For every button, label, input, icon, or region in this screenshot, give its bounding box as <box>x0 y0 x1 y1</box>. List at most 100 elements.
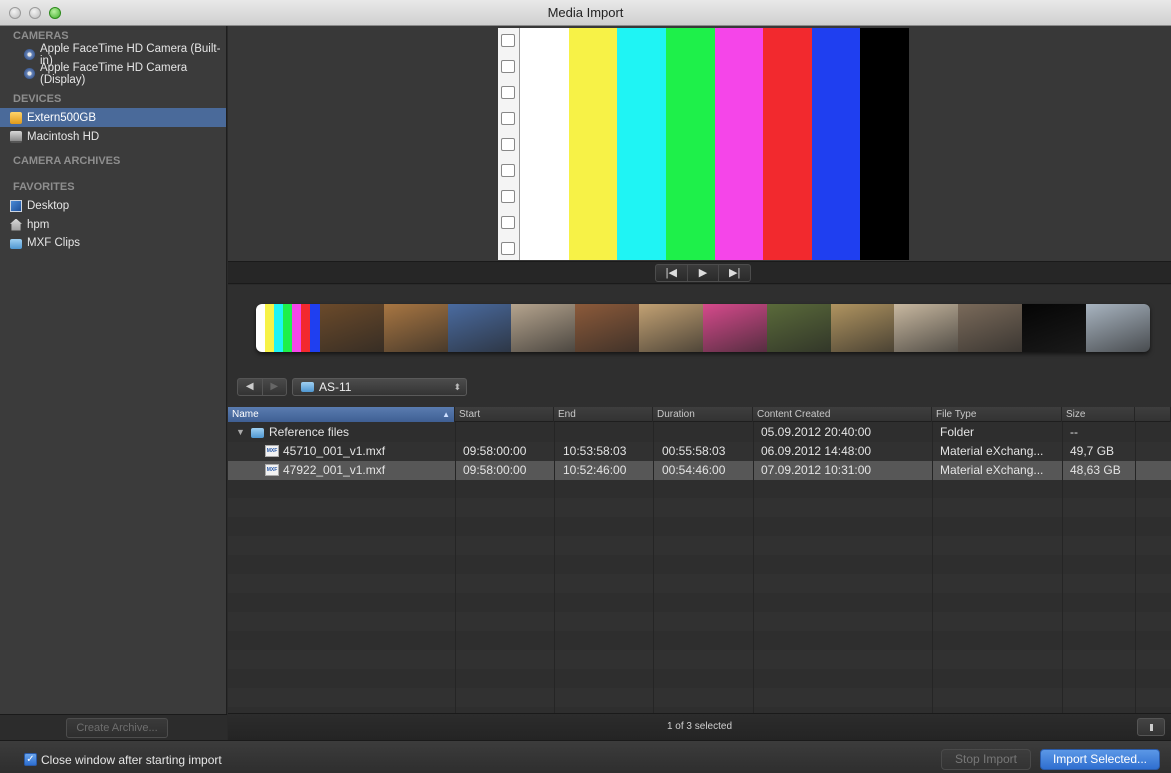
next-frame-button[interactable]: ▶| <box>719 265 750 281</box>
column-header-name[interactable]: Name ▲ <box>228 407 455 422</box>
sprocket-hole <box>501 190 515 203</box>
filmstrip-thumbnail <box>766 304 831 352</box>
filmstrip-thumbnail <box>256 304 320 352</box>
table-row[interactable]: MXF 45710_001_v1.mxf 09:58:00:00 10:53:5… <box>228 442 1171 461</box>
color-bar <box>617 28 666 260</box>
current-folder-label: AS-11 <box>319 380 352 394</box>
filmstrip-thumbnail <box>1022 304 1086 352</box>
cell-name: Reference files <box>269 425 350 439</box>
column-header-size[interactable]: Size <box>1062 407 1135 422</box>
camera-icon <box>24 68 35 79</box>
forward-button[interactable]: ▶ <box>261 379 287 395</box>
folder-popup[interactable]: AS-11 ⬍ <box>292 378 467 396</box>
color-bar <box>520 28 569 260</box>
back-button[interactable]: ◀ <box>238 379 262 395</box>
empty-row <box>228 688 1171 707</box>
close-window-label[interactable]: Close window after starting import <box>41 753 222 767</box>
transport-bar: |◀ ▶ ▶| <box>228 261 1171 284</box>
cell-name: 47922_001_v1.mxf <box>283 463 386 477</box>
file-table: Name ▲ Start End Duration Content Created… <box>228 407 1171 713</box>
cell-end: 10:52:46:00 <box>563 463 627 477</box>
bottom-bar: ✓ Close window after starting import Sto… <box>0 740 1171 773</box>
color-bar <box>714 28 764 260</box>
sprocket-hole <box>501 216 515 229</box>
sidebar-item-mxf-clips[interactable]: MXF Clips <box>0 233 226 252</box>
column-header-extra <box>1135 407 1171 422</box>
color-bar <box>860 28 909 260</box>
empty-row <box>228 498 1171 517</box>
close-window-checkbox[interactable]: ✓ <box>24 753 37 766</box>
filmstrip-thumbnail <box>639 304 703 352</box>
filmstrip-thumbnail <box>1085 304 1150 352</box>
home-icon <box>10 218 22 231</box>
sidebar-item-label: Macintosh HD <box>27 130 100 143</box>
sidebar-footer: Create Archive... <box>0 714 227 740</box>
sidebar-item-label: Apple FaceTime HD Camera (Display) <box>40 61 188 86</box>
sidebar-item-label: Extern500GB <box>27 111 97 124</box>
table-row[interactable]: MXF 47922_001_v1.mxf 09:58:00:00 10:52:4… <box>228 461 1171 480</box>
sidebar-item-hpm[interactable]: hpm <box>0 215 226 234</box>
sidebar-item-camera-display[interactable]: Apple FaceTime HD Camera (Display) <box>0 61 226 86</box>
cell-duration <box>653 423 753 442</box>
filmstrip-thumbnail <box>383 304 448 352</box>
column-header-file-type[interactable]: File Type <box>932 407 1062 422</box>
popup-arrows-icon: ⬍ <box>453 382 461 392</box>
cell-name: 45710_001_v1.mxf <box>283 444 386 458</box>
column-header-start[interactable]: Start <box>455 407 554 422</box>
previous-frame-button[interactable]: |◀ <box>656 265 688 281</box>
sidebar-item-macintosh-hd[interactable]: Macintosh HD <box>0 127 226 146</box>
sidebar-item-label: hpm <box>27 218 50 231</box>
sprocket-hole <box>501 242 515 255</box>
table-row[interactable]: ▼ Reference files 05.09.2012 20:40:00 Fo… <box>228 423 1171 442</box>
empty-row <box>228 536 1171 555</box>
view-options-button[interactable] <box>1137 718 1165 736</box>
stop-import-button[interactable]: Stop Import <box>941 749 1031 770</box>
section-camera-archives: CAMERA ARCHIVES <box>13 155 121 167</box>
cell-file-type: Material eXchang... <box>940 444 1044 458</box>
import-selected-button[interactable]: Import Selected... <box>1040 749 1160 770</box>
column-header-content-created[interactable]: Content Created <box>753 407 932 422</box>
cell-size: -- <box>1070 425 1078 439</box>
cell-file-type: Material eXchang... <box>940 463 1044 477</box>
camera-icon <box>24 49 35 60</box>
cell-created: 06.09.2012 14:48:00 <box>761 444 872 458</box>
cell-start: 09:58:00:00 <box>463 444 527 458</box>
play-button[interactable]: ▶ <box>688 265 720 281</box>
section-cameras: CAMERAS <box>13 30 69 42</box>
cell-start <box>455 423 554 442</box>
cell-duration: 00:55:58:03 <box>662 444 726 458</box>
column-header-duration[interactable]: Duration <box>653 407 753 422</box>
sort-ascending-icon: ▲ <box>442 410 450 419</box>
folder-icon <box>301 382 314 392</box>
filmstrip-area <box>228 285 1171 373</box>
preview-viewer <box>228 26 1171 261</box>
sprocket-hole <box>501 138 515 151</box>
color-bar <box>665 28 715 260</box>
column-divider <box>1062 422 1063 713</box>
sprocket-hole <box>501 112 515 125</box>
column-header-end[interactable]: End <box>554 407 653 422</box>
disclosure-triangle-icon[interactable]: ▼ <box>236 427 245 437</box>
film-sprocket <box>498 28 520 260</box>
filmstrip-thumbnail <box>894 304 959 352</box>
window-title: Media Import <box>547 5 624 20</box>
clip-filmstrip[interactable] <box>256 304 1150 352</box>
cell-start: 09:58:00:00 <box>463 463 527 477</box>
sidebar-item-extern500gb[interactable]: Extern500GB <box>0 108 226 127</box>
sidebar-item-desktop[interactable]: Desktop <box>0 196 226 215</box>
create-archive-button[interactable]: Create Archive... <box>66 718 168 738</box>
sprocket-hole <box>501 60 515 73</box>
table-header: Name ▲ Start End Duration Content Created… <box>228 407 1171 422</box>
filmstrip-thumbnail <box>447 304 512 352</box>
color-bars-preview <box>498 28 909 260</box>
sidebar-item-label: MXF Clips <box>27 236 81 249</box>
transport-controls: |◀ ▶ ▶| <box>655 264 751 282</box>
filmstrip-thumbnail <box>511 304 576 352</box>
column-divider <box>455 422 456 713</box>
section-favorites: FAVORITES <box>13 181 75 193</box>
empty-row <box>228 574 1171 593</box>
title-bar: Media Import <box>0 0 1171 26</box>
cell-end <box>554 423 653 442</box>
status-bar: 1 of 3 selected <box>228 713 1171 740</box>
cell-created: 05.09.2012 20:40:00 <box>761 425 872 439</box>
